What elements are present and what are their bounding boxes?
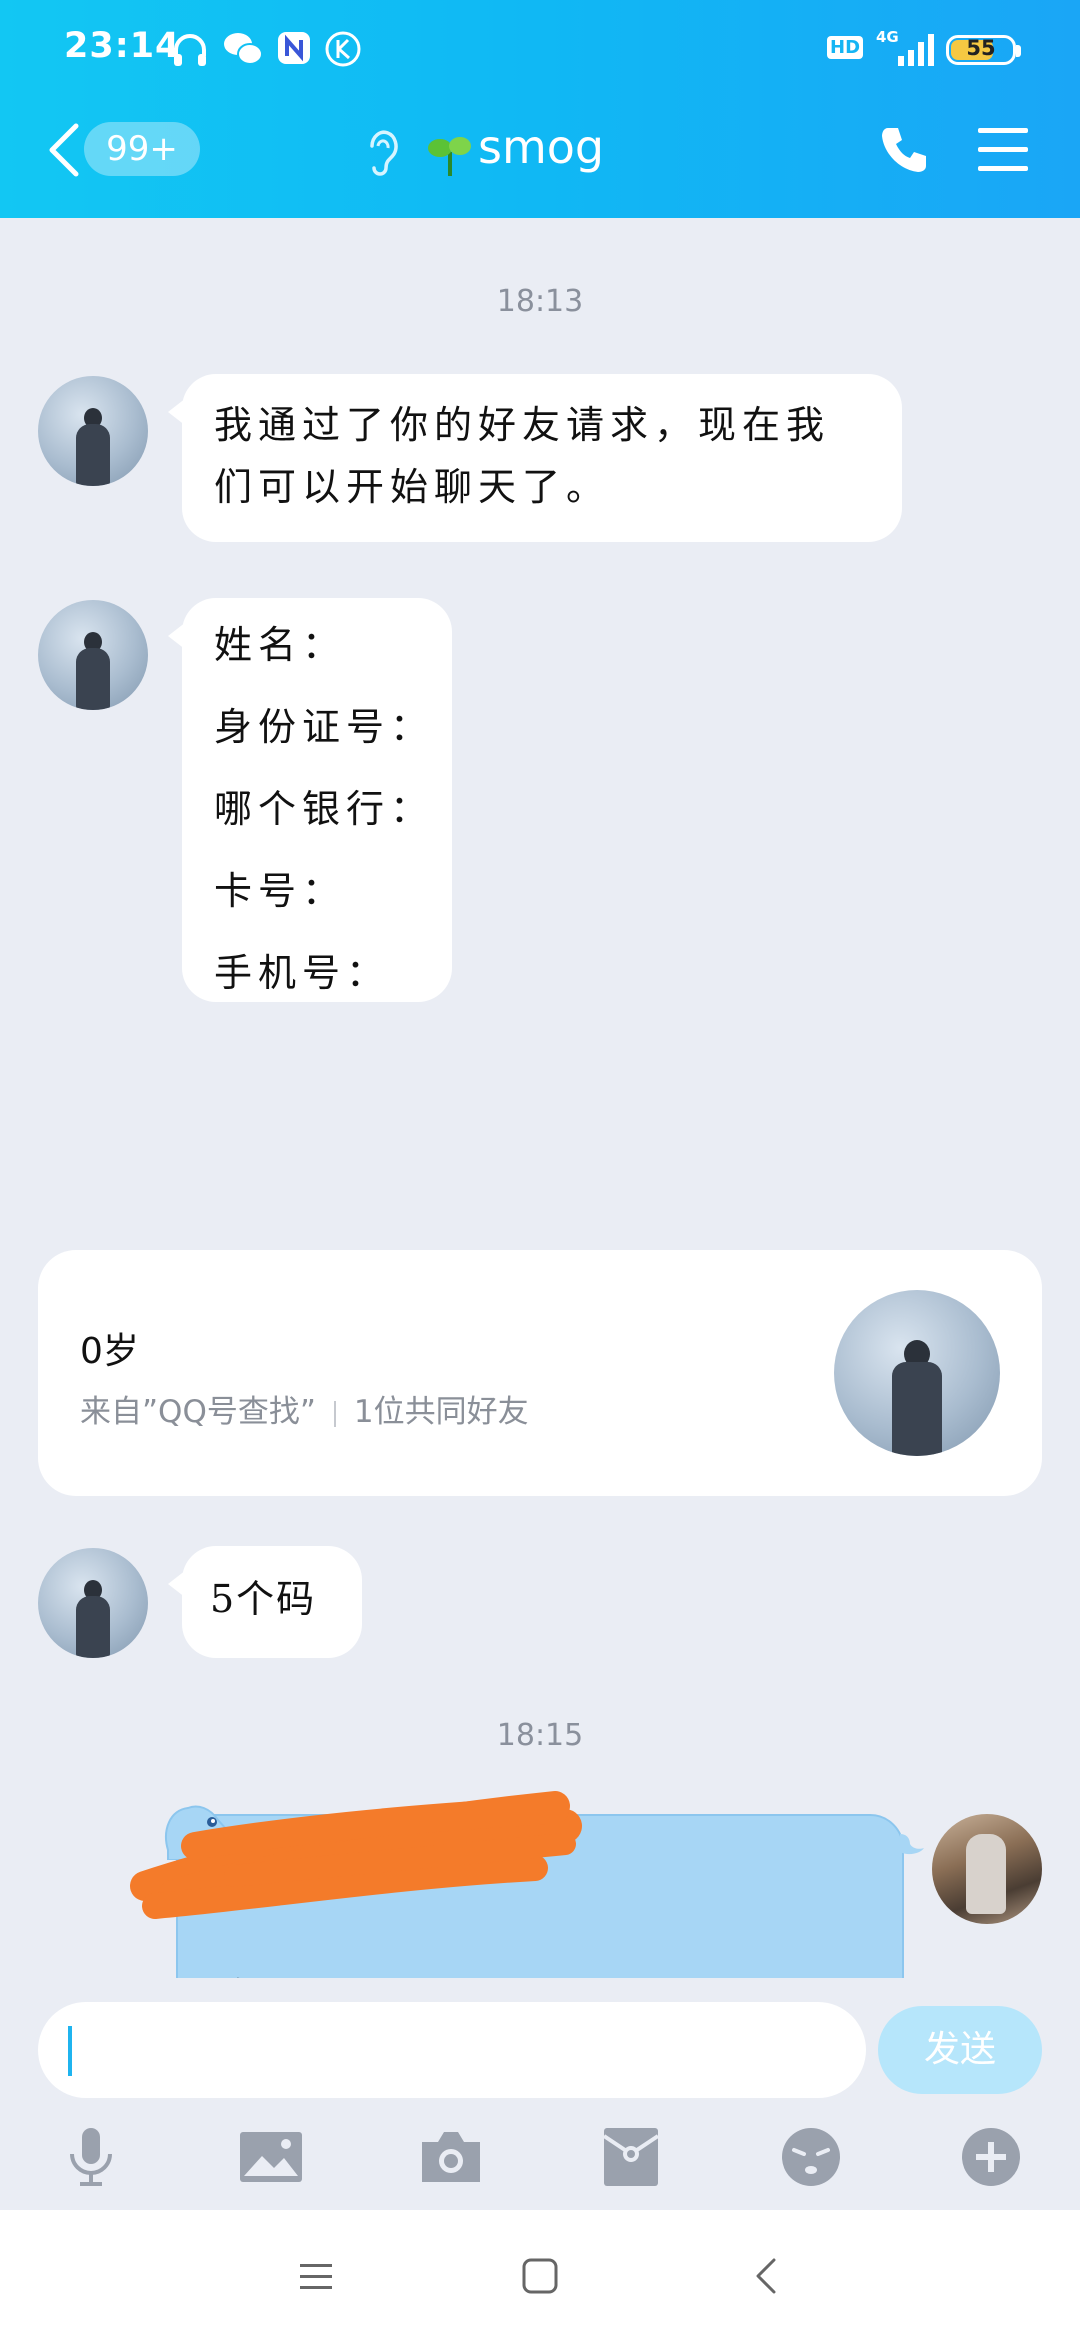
- system-nav-bar: [0, 2210, 1080, 2340]
- red-packet-icon[interactable]: [598, 2126, 664, 2188]
- plus-icon[interactable]: [958, 2126, 1024, 2188]
- input-bar: 发送: [0, 1978, 1080, 2210]
- camera-icon[interactable]: [418, 2126, 484, 2188]
- message-input[interactable]: [38, 2002, 866, 2098]
- message-line: 我通过了你的好友请求，现在我: [214, 403, 831, 447]
- image-icon[interactable]: [238, 2126, 304, 2188]
- friend-avatar[interactable]: [38, 600, 148, 710]
- card-mutual: 1位共同好友: [353, 1394, 529, 1430]
- mic-icon[interactable]: [58, 2126, 124, 2188]
- bubble-tail: [900, 1834, 924, 1855]
- chat-header: 23:14 HD 4G 55 99+ smog: [0, 0, 1080, 218]
- headphone-icon: [174, 34, 206, 66]
- battery-level: 55: [966, 36, 996, 60]
- menu-icon[interactable]: [976, 124, 1030, 176]
- battery-tip: [1016, 45, 1021, 57]
- chat-title[interactable]: smog: [478, 120, 604, 174]
- message-bubble[interactable]: 姓名： 身份证号： 哪个银行： 卡号： 手机号：: [168, 598, 452, 1002]
- form-line: 卡号：: [214, 869, 347, 913]
- form-line: 手机号：: [214, 951, 391, 995]
- timestamp: 18:15: [496, 1718, 584, 1753]
- n-app-icon: [278, 32, 310, 64]
- message-text: 5个码: [210, 1577, 317, 1621]
- form-line: 姓名：: [214, 623, 347, 667]
- message-bubble[interactable]: 我通过了你的好友请求，现在我 们可以开始聊天了。: [168, 374, 902, 542]
- form-line: 哪个银行：: [214, 787, 435, 831]
- message-list[interactable]: 18:13 我通过了你的好友请求，现在我 们可以开始聊天了。 姓名： 身份证号：…: [0, 218, 1080, 1978]
- ear-icon[interactable]: [362, 124, 402, 178]
- card-avatar: [834, 1290, 1000, 1456]
- k-app-icon: [325, 31, 361, 67]
- hd-badge: HD: [827, 36, 864, 59]
- emoji-icon[interactable]: [778, 2126, 844, 2188]
- send-button[interactable]: 发送: [878, 2006, 1042, 2094]
- form-line: 身份证号：: [214, 705, 435, 749]
- redaction-scribble: [130, 1791, 582, 1919]
- avatar-body: [76, 648, 110, 710]
- message-line: 们可以开始聊天了。: [214, 465, 611, 509]
- avatar-body: [966, 1834, 1006, 1914]
- my-avatar[interactable]: [932, 1814, 1042, 1924]
- friend-avatar[interactable]: [38, 376, 148, 486]
- unread-badge[interactable]: 99+: [84, 122, 200, 176]
- divider: [333, 1400, 336, 1427]
- message-bubble[interactable]: 5个码: [168, 1546, 362, 1658]
- profile-card[interactable]: 0岁 来自”QQ号查找” 1位共同好友: [38, 1250, 1042, 1496]
- status-bar: 23:14 HD 4G 55: [0, 0, 1080, 100]
- avatar-body: [76, 424, 110, 486]
- card-age: 0岁: [80, 1331, 139, 1372]
- home-icon[interactable]: [518, 2254, 562, 2298]
- avatar-body: [76, 1596, 110, 1658]
- phone-icon[interactable]: [876, 122, 932, 178]
- friend-avatar[interactable]: [38, 1548, 148, 1658]
- card-subtitle: 来自”QQ号查找” 1位共同好友: [80, 1386, 529, 1431]
- recents-menu-icon[interactable]: [294, 2254, 338, 2298]
- back-icon[interactable]: [746, 2254, 790, 2298]
- wechat-icon: [224, 33, 263, 65]
- my-message-text: 身份证号: [220, 1966, 396, 1978]
- card-source: 来自”QQ号查找”: [80, 1394, 316, 1430]
- signal-icon: [898, 34, 934, 66]
- back-button[interactable]: [44, 120, 84, 180]
- text-caret: [68, 2026, 72, 2076]
- status-time: 23:14: [64, 26, 181, 66]
- battery-indicator: 55: [946, 35, 1021, 65]
- avatar-body: [892, 1362, 942, 1456]
- timestamp: 18:13: [496, 284, 584, 319]
- sprout-icon: [428, 137, 471, 176]
